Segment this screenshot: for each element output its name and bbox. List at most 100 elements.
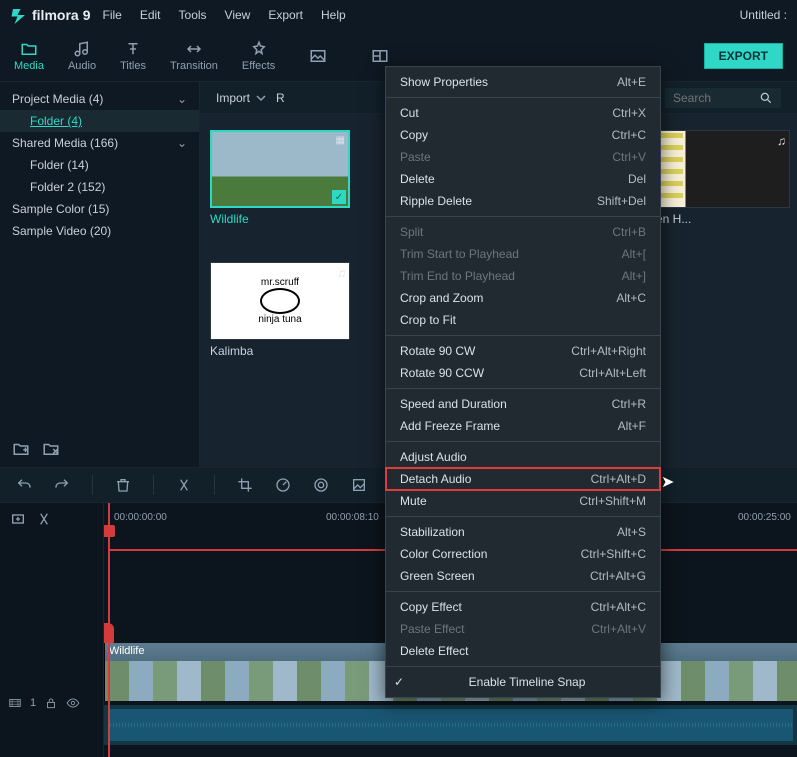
separator (153, 475, 154, 495)
ctx-delete[interactable]: DeleteDel (386, 168, 660, 190)
tab-transition[interactable]: Transition (170, 40, 218, 72)
clip-thumbnail[interactable]: mr.scruffninja tuna ♫ (210, 262, 350, 340)
tab-titles[interactable]: Titles (120, 40, 146, 72)
ctx-green-screen[interactable]: Green ScreenCtrl+Alt+G (386, 565, 660, 587)
image-icon (309, 47, 327, 65)
audio-track[interactable] (104, 705, 797, 745)
export-button[interactable]: EXPORT (704, 43, 783, 69)
menu-tools[interactable]: Tools (179, 8, 207, 22)
ruler-tick: 00:00:25:00 (738, 512, 791, 523)
clip-thumbnail[interactable]: ▦ ✓ (210, 130, 350, 208)
tree-project-media[interactable]: Project Media (4)⌄ (0, 88, 199, 110)
ctx-label: Copy Effect (400, 600, 462, 614)
separator (386, 666, 660, 667)
separator (386, 216, 660, 217)
ctx-rotate-90-ccw[interactable]: Rotate 90 CCW Ctrl+Alt+Left (386, 362, 660, 384)
search-input[interactable] (673, 91, 753, 105)
ctx-copy[interactable]: CopyCtrl+C (386, 124, 660, 146)
tab-media[interactable]: Media (14, 40, 44, 72)
unlink-icon[interactable] (36, 511, 52, 527)
tab-split-screen[interactable] (361, 47, 399, 65)
tab-audio[interactable]: Audio (68, 40, 96, 72)
ctx-stabilization[interactable]: StabilizationAlt+S (386, 521, 660, 543)
clip-xen[interactable]: ♫ xen H... (650, 130, 790, 226)
ctx-ripple-delete[interactable]: Ripple DeleteShift+Del (386, 190, 660, 212)
ctx-add-freeze-frame[interactable]: Add Freeze FrameAlt+F (386, 415, 660, 437)
ctx-shortcut: Ctrl+Shift+C (581, 547, 646, 561)
tab-image[interactable] (299, 47, 337, 65)
ctx-rotate-90-cw[interactable]: Rotate 90 CWCtrl+Alt+Right (386, 340, 660, 362)
remove-folder-icon[interactable] (42, 440, 60, 458)
ctx-label: Rotate 90 CCW (400, 366, 484, 380)
menu-help[interactable]: Help (321, 8, 346, 22)
menu-export[interactable]: Export (268, 8, 303, 22)
ruler-tick: 00:00:08:10 (326, 512, 379, 523)
tree-sample-color[interactable]: Sample Color (15) (0, 198, 199, 220)
tree-sample-video[interactable]: Sample Video (20) (0, 220, 199, 242)
menu-view[interactable]: View (225, 8, 251, 22)
crop-icon[interactable] (237, 477, 253, 493)
eye-icon[interactable] (66, 696, 80, 710)
clip-kalimba[interactable]: mr.scruffninja tuna ♫ Kalimba (210, 262, 350, 358)
undo-icon[interactable] (16, 477, 32, 493)
ctx-cut[interactable]: Cut Ctrl+X (386, 102, 660, 124)
green-screen-icon[interactable] (351, 477, 367, 493)
ctx-paste: PasteCtrl+V (386, 146, 660, 168)
tab-effects[interactable]: Effects (242, 40, 275, 72)
tree-shared-media[interactable]: Shared Media (166)⌄ (0, 132, 199, 154)
delete-icon[interactable] (115, 477, 131, 493)
ctx-label: Delete (400, 172, 435, 186)
ctx-label: Split (400, 225, 423, 239)
ctx-color-correction[interactable]: Color CorrectionCtrl+Shift+C (386, 543, 660, 565)
ctx-enable-timeline-snap[interactable]: Enable Timeline Snap (386, 671, 660, 693)
ctx-shortcut: Ctrl+Alt+Left (579, 366, 646, 380)
ctx-crop-and-zoom[interactable]: Crop and ZoomAlt+C (386, 287, 660, 309)
playhead[interactable] (108, 503, 110, 757)
ctx-mute[interactable]: MuteCtrl+Shift+M (386, 490, 660, 512)
timeline-left-gutter: 1 (0, 503, 104, 757)
ctx-label: Rotate 90 CW (400, 344, 475, 358)
track-number: 1 (30, 697, 36, 709)
ctx-shortcut: Alt+[ (622, 247, 646, 261)
ctx-label: Show Properties (400, 75, 488, 89)
clip-thumbnail[interactable]: ♫ (650, 130, 790, 208)
lock-icon[interactable] (44, 696, 58, 710)
import-dropdown[interactable]: Import (216, 91, 266, 105)
tree-folder-14[interactable]: Folder (14) (0, 154, 199, 176)
ctx-paste-effect: Paste EffectCtrl+Alt+V (386, 618, 660, 640)
sidebar-folder-tools (12, 440, 60, 458)
ctx-label: Trim Start to Playhead (400, 247, 519, 261)
menu-file[interactable]: File (102, 8, 121, 22)
menu-edit[interactable]: Edit (140, 8, 161, 22)
record-dropdown[interactable]: R (276, 91, 285, 105)
ctx-copy-effect[interactable]: Copy EffectCtrl+Alt+C (386, 596, 660, 618)
speed-icon[interactable] (275, 477, 291, 493)
ctx-label: Enable Timeline Snap (469, 675, 586, 689)
clip-wildlife[interactable]: ▦ ✓ Wildlife (210, 130, 350, 226)
cursor-icon: ➤ (661, 472, 674, 492)
ctx-shortcut: Ctrl+X (612, 106, 646, 120)
new-folder-icon[interactable] (12, 440, 30, 458)
ctx-label: Mute (400, 494, 427, 508)
ctx-shortcut: Ctrl+Alt+D (591, 472, 646, 486)
ctx-detach-audio[interactable]: Detach AudioCtrl+Alt+D (386, 468, 660, 490)
ctx-shortcut: Alt+E (617, 75, 646, 89)
tree-folder-4[interactable]: Folder (4) (0, 110, 199, 132)
ctx-show-properties[interactable]: Show Properties Alt+E (386, 71, 660, 93)
ctx-shortcut: Ctrl+Alt+V (591, 622, 646, 636)
split-icon[interactable] (176, 477, 192, 493)
redo-icon[interactable] (54, 477, 70, 493)
ctx-adjust-audio[interactable]: Adjust Audio (386, 446, 660, 468)
check-icon: ✓ (332, 190, 346, 204)
ctx-delete-effect[interactable]: Delete Effect (386, 640, 660, 662)
context-menu: Show PropertiesAlt+ECutCtrl+XCopyCtrl+CP… (385, 66, 661, 698)
color-icon[interactable] (313, 477, 329, 493)
ctx-speed-and-duration[interactable]: Speed and DurationCtrl+R (386, 393, 660, 415)
ctx-crop-to-fit[interactable]: Crop to Fit (386, 309, 660, 331)
search-box[interactable] (665, 88, 781, 108)
ctx-label: Cut (400, 106, 419, 120)
tree-folder-2-152[interactable]: Folder 2 (152) (0, 176, 199, 198)
ctx-label: Trim End to Playhead (400, 269, 515, 283)
add-marker-icon[interactable] (10, 511, 26, 527)
title-bar: filmora9 File Edit Tools View Export Hel… (0, 0, 797, 30)
